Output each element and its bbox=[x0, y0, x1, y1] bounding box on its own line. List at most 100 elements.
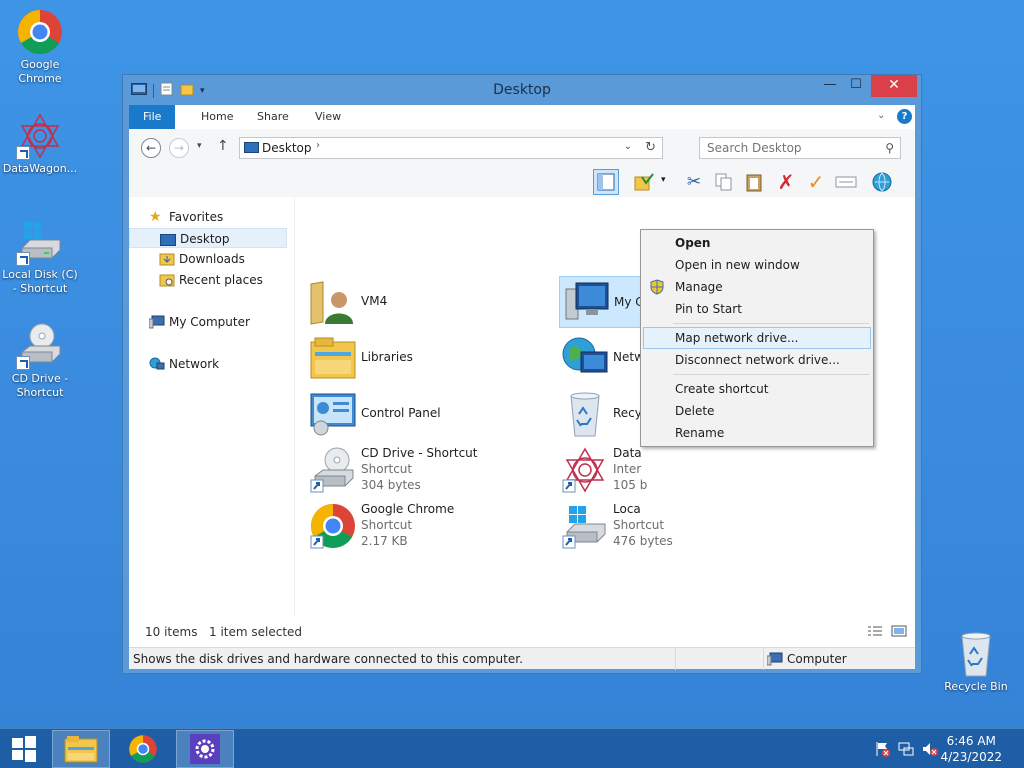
pane-divider[interactable] bbox=[294, 197, 295, 617]
menu-separator bbox=[673, 323, 869, 324]
tab-home[interactable]: Home bbox=[187, 105, 247, 129]
datawagon-icon bbox=[16, 112, 64, 160]
delete-button[interactable]: ✗ bbox=[773, 169, 799, 195]
file-name: Data bbox=[613, 446, 642, 460]
recent-locations-icon[interactable]: ▾ bbox=[197, 141, 202, 151]
file-item-datawagon[interactable]: Data Inter 105 b bbox=[559, 444, 809, 496]
nav-recent-places[interactable]: Recent places bbox=[129, 270, 287, 290]
file-item-control-panel[interactable]: Control Panel bbox=[307, 388, 557, 440]
address-dropdown-icon[interactable]: ⌄ bbox=[624, 141, 632, 152]
tab-file[interactable]: File bbox=[129, 105, 176, 129]
preview-pane-button[interactable] bbox=[593, 169, 619, 195]
star-icon: ★ bbox=[149, 209, 162, 225]
copy-button[interactable] bbox=[711, 169, 737, 195]
network-globe-button[interactable] bbox=[869, 169, 895, 195]
menu-item-rename[interactable]: Rename bbox=[643, 422, 871, 444]
action-center-flag-icon[interactable] bbox=[874, 741, 890, 757]
nav-desktop-label: Desktop bbox=[180, 232, 230, 246]
file-item-google-chrome[interactable]: Google Chrome Shortcut 2.17 KB bbox=[307, 500, 557, 552]
paste-button[interactable] bbox=[741, 169, 767, 195]
nav-desktop[interactable]: Desktop bbox=[129, 228, 287, 248]
taskbar-chrome[interactable] bbox=[114, 730, 172, 768]
desktop-icon-datawagon[interactable]: DataWagon... bbox=[0, 112, 80, 176]
menu-item-delete[interactable]: Delete bbox=[643, 400, 871, 422]
menu-item-manage-label: Manage bbox=[675, 280, 723, 294]
up-arrow-icon[interactable]: ↑ bbox=[217, 138, 229, 154]
nav-favorites[interactable]: ★ Favorites bbox=[129, 207, 287, 227]
minimize-button[interactable]: — bbox=[817, 75, 843, 97]
close-button[interactable]: ✕ bbox=[871, 75, 917, 97]
tab-share[interactable]: Share bbox=[243, 105, 303, 129]
file-size: 476 bytes bbox=[613, 534, 673, 548]
datawagon-icon bbox=[561, 446, 609, 494]
ribbon-tabs: File Home Share View ⌄ ? bbox=[129, 105, 915, 129]
forward-button[interactable]: → bbox=[169, 138, 189, 158]
network-tray-icon[interactable] bbox=[898, 741, 914, 757]
recycle-bin-icon bbox=[561, 390, 609, 438]
status-location: Computer bbox=[787, 652, 847, 666]
status-divider bbox=[675, 648, 676, 670]
menu-item-disconnect-network-drive[interactable]: Disconnect network drive... bbox=[643, 349, 871, 371]
nav-my-computer[interactable]: My Computer bbox=[129, 312, 287, 332]
nav-downloads-label: Downloads bbox=[179, 252, 245, 266]
menu-item-create-shortcut[interactable]: Create shortcut bbox=[643, 378, 871, 400]
folder-options-button[interactable] bbox=[631, 169, 657, 195]
back-button[interactable]: ← bbox=[141, 138, 161, 158]
gear-icon bbox=[190, 734, 220, 764]
menu-item-pin-to-start[interactable]: Pin to Start bbox=[643, 298, 871, 320]
downloads-folder-icon bbox=[159, 252, 175, 266]
globe-icon bbox=[872, 172, 892, 192]
help-icon[interactable]: ? bbox=[897, 109, 912, 124]
rename-icon bbox=[835, 176, 857, 188]
nav-network[interactable]: Network bbox=[129, 354, 287, 374]
folder-options-dropdown-icon[interactable]: ▾ bbox=[661, 175, 666, 185]
command-toolbar: ▾ ✂ ✗ ✓ bbox=[129, 167, 915, 197]
file-item-local-disk[interactable]: Loca Shortcut 476 bytes bbox=[559, 500, 809, 552]
menu-item-open[interactable]: Open bbox=[643, 232, 871, 254]
nav-downloads[interactable]: Downloads bbox=[129, 249, 287, 269]
search-box[interactable]: ⚲ bbox=[699, 137, 901, 159]
menu-item-map-network-drive[interactable]: Map network drive... bbox=[643, 327, 871, 349]
start-button[interactable] bbox=[0, 730, 48, 768]
maximize-button[interactable]: ☐ bbox=[843, 75, 869, 97]
status-description: Shows the disk drives and hardware conne… bbox=[133, 652, 523, 666]
search-icon[interactable]: ⚲ bbox=[885, 141, 894, 155]
rename-button[interactable] bbox=[833, 169, 859, 195]
menu-item-manage[interactable]: Manage bbox=[643, 276, 871, 298]
taskbar-file-explorer[interactable] bbox=[52, 730, 110, 768]
desktop-icon-cd-drive[interactable]: CD Drive - Shortcut bbox=[0, 322, 80, 400]
selection-count: 1 item selected bbox=[209, 625, 303, 639]
file-size: 304 bytes bbox=[361, 478, 421, 492]
ribbon-expand-icon[interactable]: ⌄ bbox=[877, 110, 885, 121]
file-name: Google Chrome bbox=[361, 502, 455, 516]
properties-button[interactable]: ✓ bbox=[803, 169, 829, 195]
address-bar[interactable]: Desktop › ⌄ ↻ bbox=[239, 137, 663, 159]
cd-drive-icon bbox=[309, 446, 357, 494]
desktop-icon-local-disk[interactable]: Local Disk (C) - Shortcut bbox=[0, 218, 80, 296]
tab-view[interactable]: View bbox=[301, 105, 355, 129]
desktop-icon-google-chrome[interactable]: Google Chrome bbox=[0, 8, 80, 86]
cut-button[interactable]: ✂ bbox=[681, 169, 707, 195]
breadcrumb-chevron-icon[interactable]: › bbox=[316, 140, 320, 151]
file-item-cd-drive-shortcut[interactable]: CD Drive - Shortcut Shortcut 304 bytes bbox=[307, 444, 557, 496]
desktop-icon-recycle-bin[interactable]: Recycle Bin bbox=[936, 630, 1016, 694]
address-row: ← → ▾ ↑ Desktop › ⌄ ↻ ⚲ bbox=[129, 129, 915, 167]
desktop-icon-label: DataWagon... bbox=[2, 162, 78, 175]
shortcut-arrow-icon bbox=[16, 146, 30, 160]
volume-muted-icon[interactable] bbox=[922, 741, 938, 757]
menu-item-open-new-window[interactable]: Open in new window bbox=[643, 254, 871, 276]
layout-pane-icon bbox=[597, 173, 615, 191]
clock[interactable]: 6:46 AM 4/23/2022 bbox=[940, 733, 1002, 765]
desktop-icon-label: Local Disk (C) - Shortcut bbox=[2, 268, 78, 295]
details-view-icon[interactable] bbox=[867, 625, 883, 640]
refresh-icon[interactable]: ↻ bbox=[645, 140, 656, 155]
title-bar[interactable]: ▾ Desktop — ☐ ✕ bbox=[123, 75, 921, 105]
red-x-icon: ✗ bbox=[777, 170, 795, 194]
desktop-icon-label: CD Drive - Shortcut bbox=[11, 372, 69, 399]
large-icons-view-icon[interactable] bbox=[891, 625, 907, 640]
taskbar-settings[interactable] bbox=[176, 730, 234, 768]
file-name: Loca bbox=[613, 502, 641, 516]
file-item-vm4[interactable]: VM4 bbox=[307, 276, 557, 328]
file-item-libraries[interactable]: Libraries bbox=[307, 332, 557, 384]
search-input[interactable] bbox=[700, 138, 870, 158]
